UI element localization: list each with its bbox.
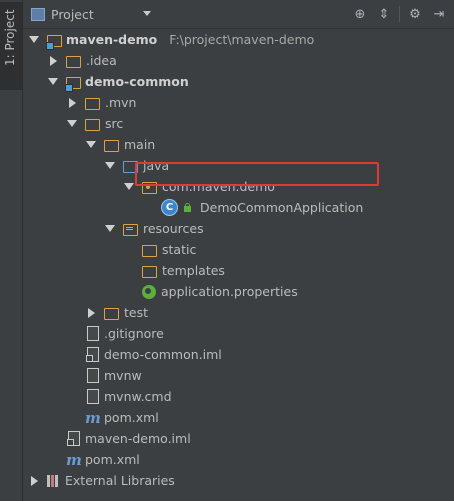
project-tree: maven-demo F:\project\maven-demo .idea demo… (23, 29, 454, 501)
tree-item-label: main (124, 137, 156, 152)
tree-row[interactable]: C DemoCommonApplication (143, 197, 363, 218)
tree-row[interactable]: src (67, 113, 123, 134)
tree-row[interactable]: .gitignore (67, 323, 164, 344)
collapsed-arrow-icon[interactable] (48, 56, 58, 66)
settings-icon[interactable]: ⚙ (406, 5, 424, 23)
folder-icon (66, 55, 81, 68)
expanded-arrow-icon[interactable] (105, 225, 115, 232)
iml-file-icon (67, 431, 80, 446)
tree-row[interactable]: .idea (48, 50, 117, 71)
tree-row[interactable]: maven-demo F:\project\maven-demo (29, 29, 314, 50)
tree-row[interactable]: .mvn (67, 92, 136, 113)
tree-row[interactable]: m pom.xml (67, 407, 159, 428)
hide-icon[interactable]: ⇥ (430, 5, 448, 23)
tree-item-label: static (162, 242, 197, 257)
expanded-arrow-icon[interactable] (86, 141, 96, 148)
project-header: Project ⊕ ⇕ ⚙ ⇥ (23, 0, 454, 29)
collapsed-arrow-icon[interactable] (86, 308, 96, 318)
iml-file-icon (86, 347, 99, 362)
folder-icon (85, 97, 100, 110)
tool-window-strip: 1: Project (0, 0, 23, 501)
folder-icon (142, 244, 157, 257)
header-toolbar: ⊕ ⇕ ⚙ ⇥ (351, 5, 448, 23)
maven-icon: m (85, 408, 101, 427)
collapsed-arrow-icon[interactable] (29, 476, 39, 486)
target-icon[interactable]: ⊕ (351, 5, 369, 23)
folder-icon (104, 307, 119, 320)
tree-item-label: .idea (86, 53, 117, 68)
tree-item-label: application.properties (161, 284, 298, 299)
tree-item-label: DemoCommonApplication (200, 200, 364, 215)
tree-item-label: pom.xml (104, 410, 159, 425)
tree-row[interactable]: application.properties (124, 281, 298, 302)
folder-icon (142, 265, 157, 278)
file-icon (87, 389, 99, 404)
tree-row[interactable]: static (124, 239, 196, 260)
tree-item-label: .mvn (105, 95, 137, 110)
tree-item-label: test (124, 305, 149, 320)
collapse-icon[interactable]: ⇕ (375, 5, 393, 23)
project-icon (31, 7, 45, 21)
tree-row[interactable]: External Libraries (29, 470, 175, 491)
tree-item-label: src (105, 116, 124, 131)
tree-item-label: demo-common.iml (104, 347, 222, 362)
tree-row[interactable]: demo-common.iml (67, 344, 222, 365)
tree-row[interactable]: resources (105, 218, 204, 239)
lock-icon (183, 203, 192, 212)
tree-item-label: maven-demo.iml (85, 431, 191, 446)
module-folder-icon (65, 75, 81, 92)
collapsed-arrow-icon[interactable] (67, 98, 77, 108)
expanded-arrow-icon[interactable] (67, 120, 77, 127)
project-tab-label: 1: Project (3, 9, 17, 66)
tree-row[interactable]: maven-demo.iml (48, 428, 191, 449)
project-tool-tab[interactable]: 1: Project (0, 2, 22, 90)
tree-item-label: maven-demo (66, 32, 158, 47)
folder-icon (104, 139, 119, 152)
tree-item-label: mvnw.cmd (104, 389, 172, 404)
tree-row[interactable]: templates (124, 260, 225, 281)
view-label: Project (51, 6, 94, 22)
expanded-arrow-icon[interactable] (29, 36, 39, 43)
tree-item-label: templates (162, 263, 225, 278)
resources-folder-icon (123, 223, 138, 236)
highlight-box (135, 162, 379, 186)
maven-icon: m (66, 450, 82, 469)
folder-icon (85, 118, 100, 131)
tree-row[interactable]: mvnw.cmd (67, 386, 172, 407)
library-icon (47, 474, 59, 487)
expanded-arrow-icon[interactable] (124, 183, 134, 190)
spring-class-icon: C (161, 199, 178, 216)
tree-item-label: External Libraries (65, 473, 175, 488)
tree-row[interactable]: demo-common (48, 71, 189, 92)
tree-row[interactable]: m pom.xml (48, 449, 140, 470)
tree-item-label: demo-common (85, 74, 189, 89)
expanded-arrow-icon[interactable] (105, 162, 115, 169)
tree-row[interactable]: mvnw (67, 365, 142, 386)
tree-item-label: resources (143, 221, 204, 236)
view-selector[interactable]: Project (31, 4, 155, 24)
file-icon (87, 326, 99, 341)
project-path: F:\project\maven-demo (169, 32, 315, 47)
expanded-arrow-icon[interactable] (48, 78, 58, 85)
file-icon (87, 368, 99, 383)
tree-item-label: mvnw (104, 368, 142, 383)
chevron-down-icon (143, 11, 151, 16)
tree-item-label: .gitignore (104, 326, 164, 341)
properties-icon (142, 284, 156, 299)
tree-row[interactable]: main (86, 134, 155, 155)
toolbar-divider (399, 6, 400, 22)
tree-item-label: pom.xml (85, 452, 140, 467)
tree-row[interactable]: test (86, 302, 148, 323)
module-folder-icon (46, 33, 62, 50)
